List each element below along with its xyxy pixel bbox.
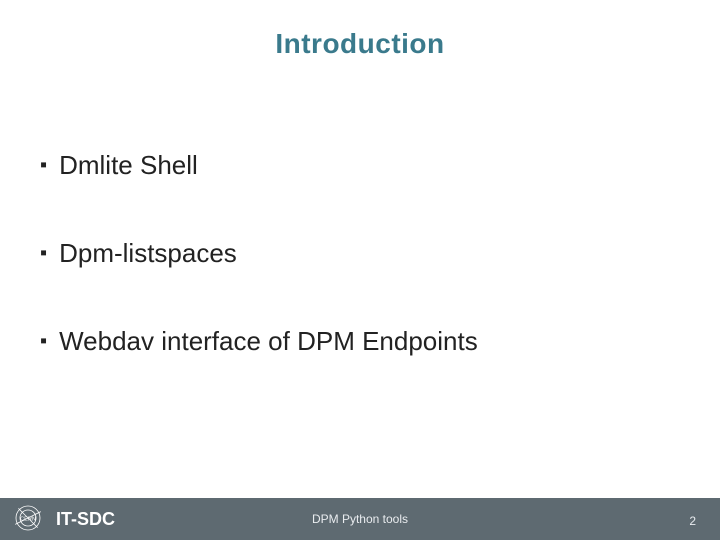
list-item-label: Webdav interface of DPM Endpoints xyxy=(59,326,478,356)
list-item: ▪ Dmlite Shell xyxy=(40,150,680,180)
svg-text:CERN: CERN xyxy=(20,516,36,522)
cern-logo-icon: CERN xyxy=(12,502,44,534)
square-bullet-icon: ▪ xyxy=(40,326,47,356)
brand-label: IT-SDC xyxy=(56,509,115,530)
list-item-label: Dpm-listspaces xyxy=(59,238,237,268)
bullet-list: ▪ Dmlite Shell ▪ Dpm-listspaces ▪ Webdav… xyxy=(40,150,680,414)
list-item: ▪ Webdav interface of DPM Endpoints xyxy=(40,326,680,356)
page-number: 2 xyxy=(689,514,696,528)
slide: Introduction ▪ Dmlite Shell ▪ Dpm-listsp… xyxy=(0,0,720,540)
list-item-label: Dmlite Shell xyxy=(59,150,198,180)
square-bullet-icon: ▪ xyxy=(40,238,47,268)
list-item: ▪ Dpm-listspaces xyxy=(40,238,680,268)
square-bullet-icon: ▪ xyxy=(40,150,47,180)
page-title: Introduction xyxy=(0,28,720,60)
